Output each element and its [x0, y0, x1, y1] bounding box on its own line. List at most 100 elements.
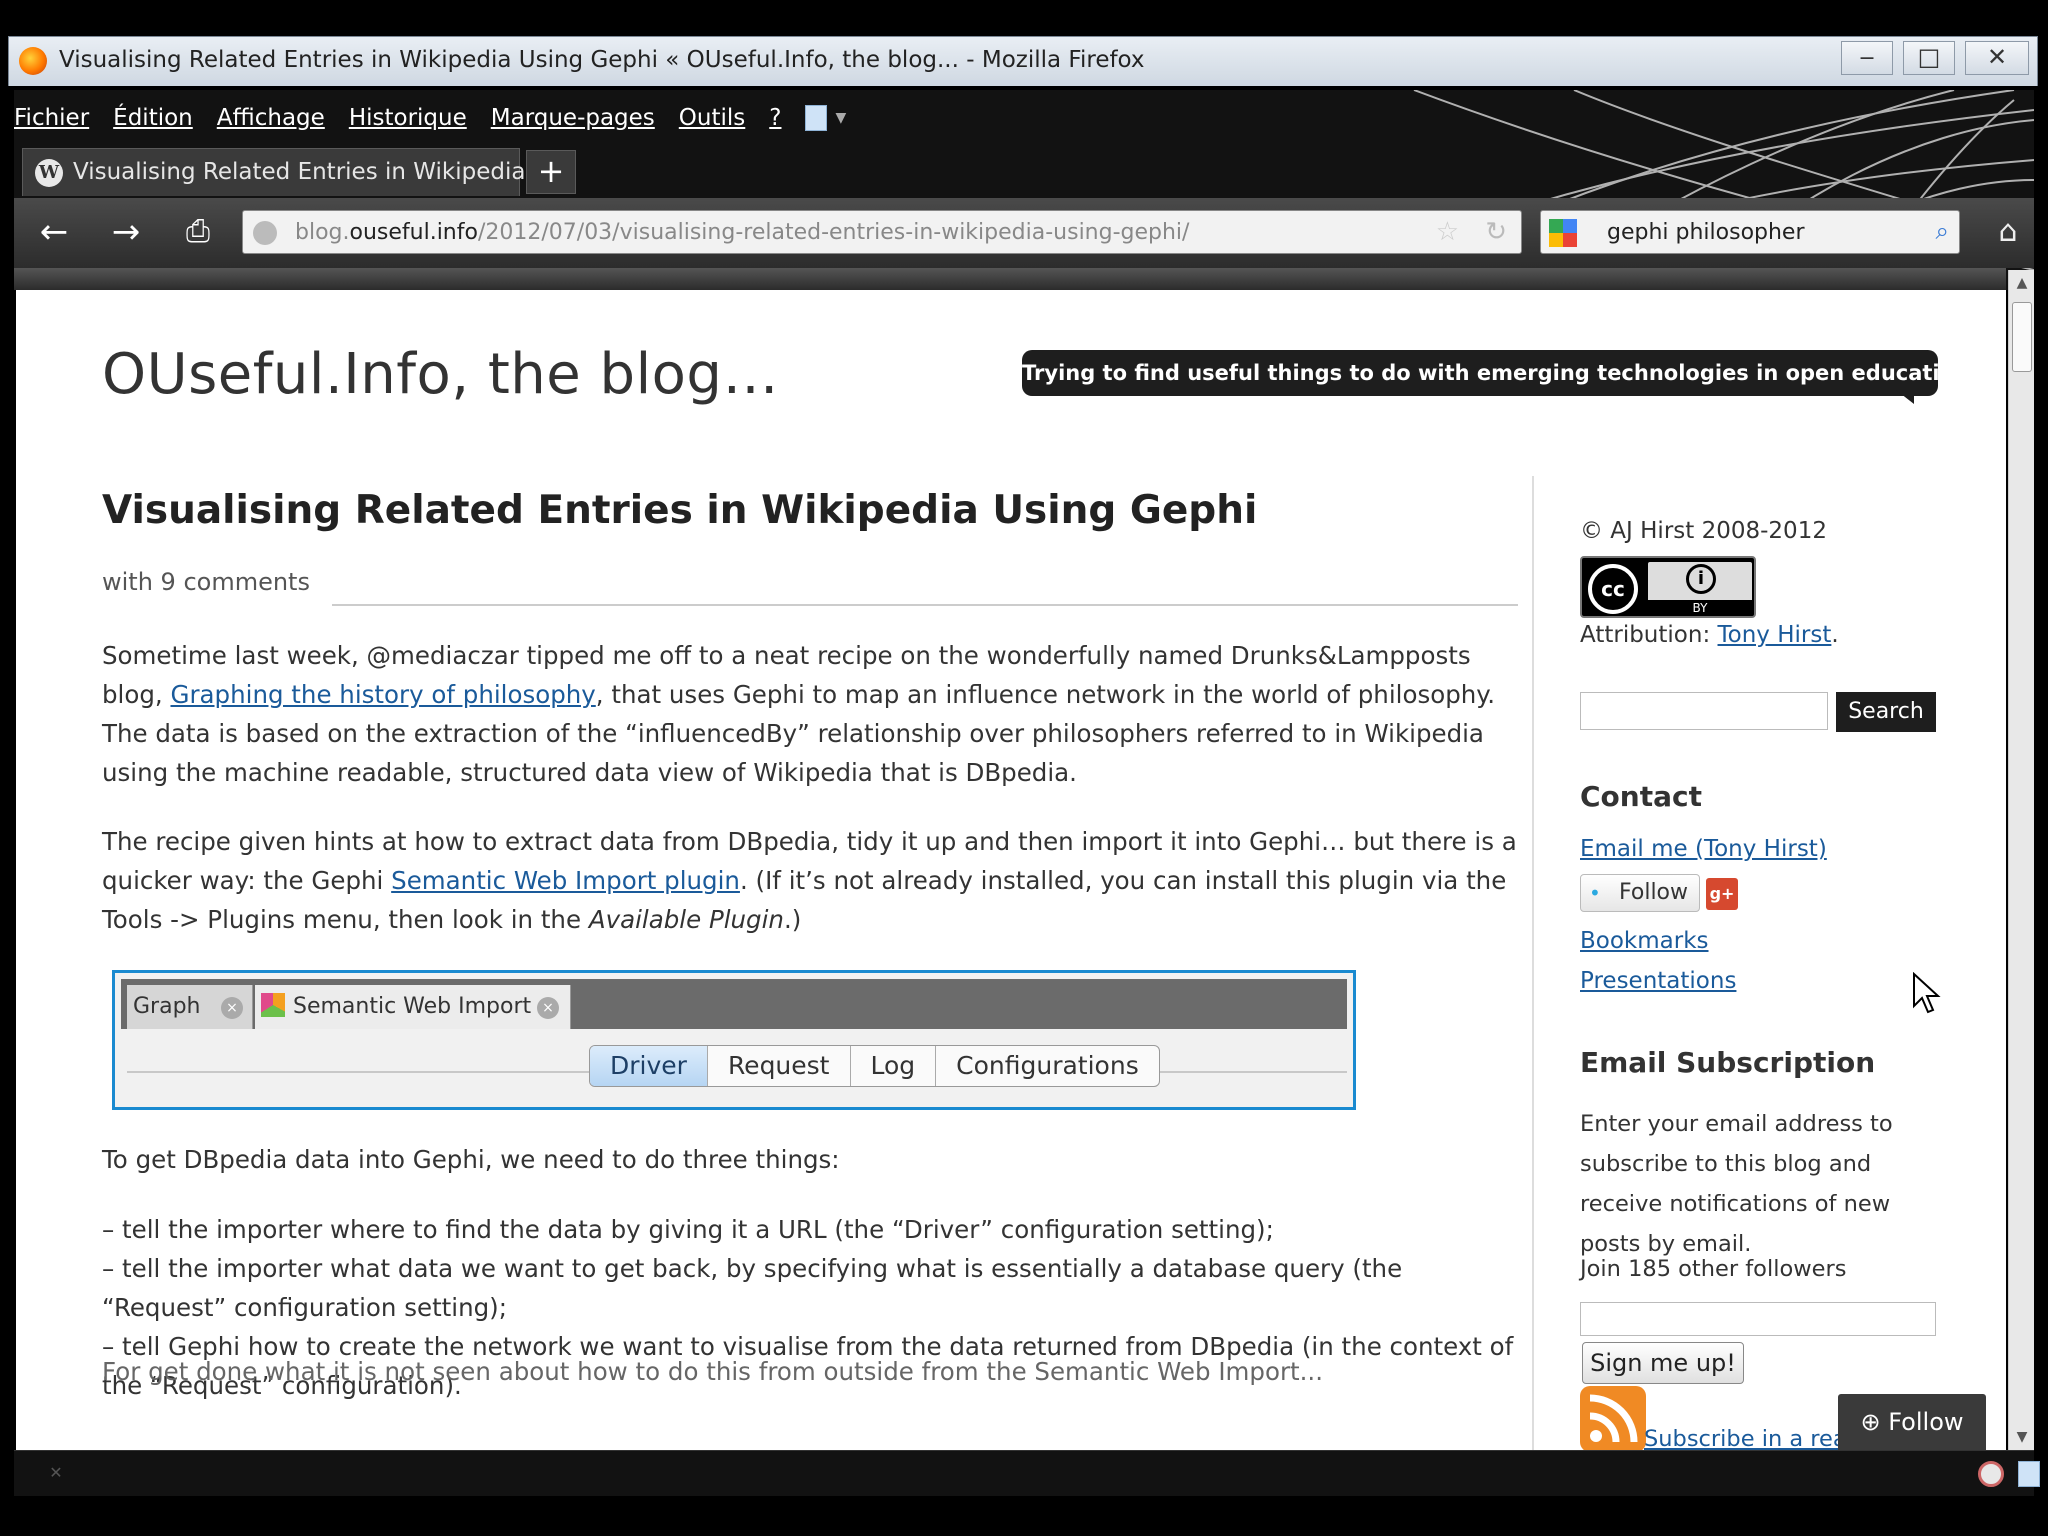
subscribe-link[interactable]: Subscribe in a rea [1644, 1426, 1847, 1450]
email-subscription-heading: Email Subscription [1580, 1046, 1876, 1079]
addon-bar: ✕ [14, 1450, 2040, 1496]
mouse-cursor-icon [1913, 972, 1941, 1014]
paragraph-2: The recipe given hints at how to extract… [102, 822, 1522, 939]
segment-driver: Driver [590, 1046, 708, 1086]
presentations-link[interactable]: Presentations [1580, 968, 1736, 994]
screenshot-segmented-control: Driver Request Log Configurations [589, 1045, 1160, 1087]
menu-fichier[interactable]: Fichier [14, 105, 89, 131]
firefox-icon [19, 47, 47, 75]
scroll-thumb[interactable] [2012, 302, 2032, 372]
tab-active[interactable]: W Visualising Related Entries in Wikiped… [22, 148, 555, 196]
blog-title[interactable]: OUseful.Info, the blog… [102, 342, 779, 407]
new-tab-button[interactable]: + [526, 150, 576, 194]
link-graphing-history[interactable]: Graphing the history of philosophy [170, 680, 595, 709]
p2-emphasis: Available Plugin [588, 905, 784, 934]
back-button[interactable]: ← [32, 210, 76, 254]
reload-icon[interactable]: ↻ [1485, 217, 1507, 247]
sidebar-search-input[interactable] [1580, 692, 1828, 730]
scroll-up-arrow[interactable]: ▲ [2009, 270, 2035, 296]
menu-help[interactable]: ? [769, 105, 781, 131]
minimize-button[interactable]: ‒ [1841, 41, 1893, 75]
vertical-scrollbar[interactable]: ▲ ▼ [2008, 270, 2034, 1450]
rss-glyph [1589, 1394, 1638, 1443]
print-button[interactable]: ⎙ [176, 210, 220, 254]
screenshot-tab-semantic-web: Semantic Web Import × [255, 985, 571, 1029]
browser-window: Visualising Related Entries in Wikipedia… [0, 0, 2048, 1536]
email-link[interactable]: Email me (Tony Hirst) [1580, 836, 1827, 862]
comments-count[interactable]: with 9 comments [102, 568, 310, 596]
creative-commons-badge[interactable]: cc i BY [1580, 556, 1756, 618]
window-title: Visualising Related Entries in Wikipedia… [59, 47, 1145, 73]
url-bar[interactable]: blog.ouseful.info/2012/07/03/visualising… [242, 210, 1522, 254]
sidebar-divider [1532, 476, 1534, 1450]
url-path: /2012/07/03/visualising-related-entries-… [477, 220, 1190, 245]
screenshot-tab-graph: Graph × [127, 985, 253, 1029]
followers-count: Join 185 other followers [1580, 1256, 1847, 1282]
close-icon: × [537, 997, 559, 1019]
menu-outils[interactable]: Outils [679, 105, 745, 131]
contact-heading: Contact [1580, 780, 1702, 813]
subscription-email-input[interactable] [1580, 1302, 1936, 1336]
url-text[interactable]: blog.ouseful.info/2012/07/03/visualising… [295, 220, 1189, 245]
toolbar-divider [14, 268, 2006, 290]
addon-icon[interactable] [1978, 1461, 2004, 1487]
bookmarks-link[interactable]: Bookmarks [1580, 928, 1709, 954]
web-page: OUseful.Info, the blog… Trying to find u… [16, 290, 2006, 1450]
search-bar[interactable]: gephi philosopher ⌕ [1540, 210, 1960, 254]
rss-icon[interactable] [1580, 1386, 1646, 1450]
attribution-link[interactable]: Tony Hirst [1718, 622, 1832, 648]
embedded-screenshot: Graph × Semantic Web Import × Driver Reque… [112, 970, 1356, 1110]
url-prefix: blog. [295, 220, 350, 245]
menu-edition[interactable]: Édition [113, 105, 193, 131]
attribution-label: Attribution: [1580, 622, 1718, 648]
email-subscription-description: Enter your email address to subscribe to… [1580, 1111, 1893, 1257]
segment-log: Log [851, 1046, 937, 1086]
twitter-bird-icon: • [1589, 881, 1601, 905]
segment-configurations: Configurations [956, 1051, 1139, 1080]
menu-marque-pages[interactable]: Marque-pages [491, 105, 655, 131]
home-button[interactable]: ⌂ [1988, 210, 2028, 254]
segment-request: Request [708, 1046, 851, 1086]
google-icon[interactable] [1549, 219, 1577, 247]
paragraph-3: To get DBpedia data into Gephi, we need … [102, 1145, 840, 1174]
paragraph-1: Sometime last week, @mediaczar tipped me… [102, 636, 1522, 792]
attribution: Attribution: Tony Hirst. [1580, 622, 1839, 648]
comments-rule [332, 604, 1518, 606]
attribution-end: . [1831, 622, 1839, 648]
close-button[interactable]: ✕ [1965, 41, 2029, 75]
sidebar-search-button[interactable]: Search [1836, 692, 1936, 732]
sidebar: © AJ Hirst 2008-2012 cc i BY Attribution… [1564, 290, 2004, 1450]
cc-by-label: BY [1648, 600, 1752, 616]
url-domain: ouseful.info [349, 220, 478, 245]
notes-icon[interactable] [2018, 1461, 2040, 1487]
bookmark-star-icon[interactable]: ☆ [1436, 217, 1459, 247]
search-icon[interactable]: ⌕ [1936, 217, 1949, 245]
menu-bar: Fichier Édition Affichage Historique Mar… [14, 102, 846, 134]
screenshot-tab-bar: Graph × Semantic Web Import × [121, 979, 1347, 1029]
cc-icon: cc [1588, 564, 1638, 614]
close-icon: × [221, 997, 243, 1019]
sign-up-button[interactable]: Sign me up! [1582, 1342, 1744, 1384]
menu-historique[interactable]: Historique [349, 105, 467, 131]
site-identity-icon[interactable] [253, 221, 277, 245]
twitter-follow-button[interactable]: • Follow [1580, 874, 1700, 912]
person-icon: i [1686, 564, 1716, 594]
link-semantic-web-import[interactable]: Semantic Web Import plugin [391, 866, 740, 895]
wordpress-icon: W [35, 159, 63, 187]
twitter-follow-label: Follow [1619, 880, 1689, 905]
maximize-button[interactable]: □ [1903, 41, 1955, 75]
menu-affichage[interactable]: Affichage [217, 105, 325, 131]
notes-icon[interactable] [805, 105, 828, 131]
close-addon-bar-icon[interactable]: ✕ [44, 1461, 68, 1485]
list-item: – tell the importer what data we want to… [102, 1254, 1403, 1322]
scroll-down-arrow[interactable]: ▼ [2009, 1424, 2035, 1450]
chevron-down-icon[interactable]: ▼ [835, 110, 846, 126]
follow-widget-button[interactable]: ⊕ Follow [1838, 1394, 1986, 1450]
google-plus-icon[interactable]: g+ [1706, 878, 1738, 910]
plugin-icon [261, 993, 285, 1017]
paragraph-cutoff: For get done what it is not seen about h… [102, 1357, 1324, 1386]
forward-button[interactable]: → [104, 210, 148, 254]
search-input[interactable]: gephi philosopher [1607, 220, 1805, 245]
p2-text-c: .) [783, 905, 802, 934]
post-title[interactable]: Visualising Related Entries in Wikipedia… [102, 488, 1257, 533]
